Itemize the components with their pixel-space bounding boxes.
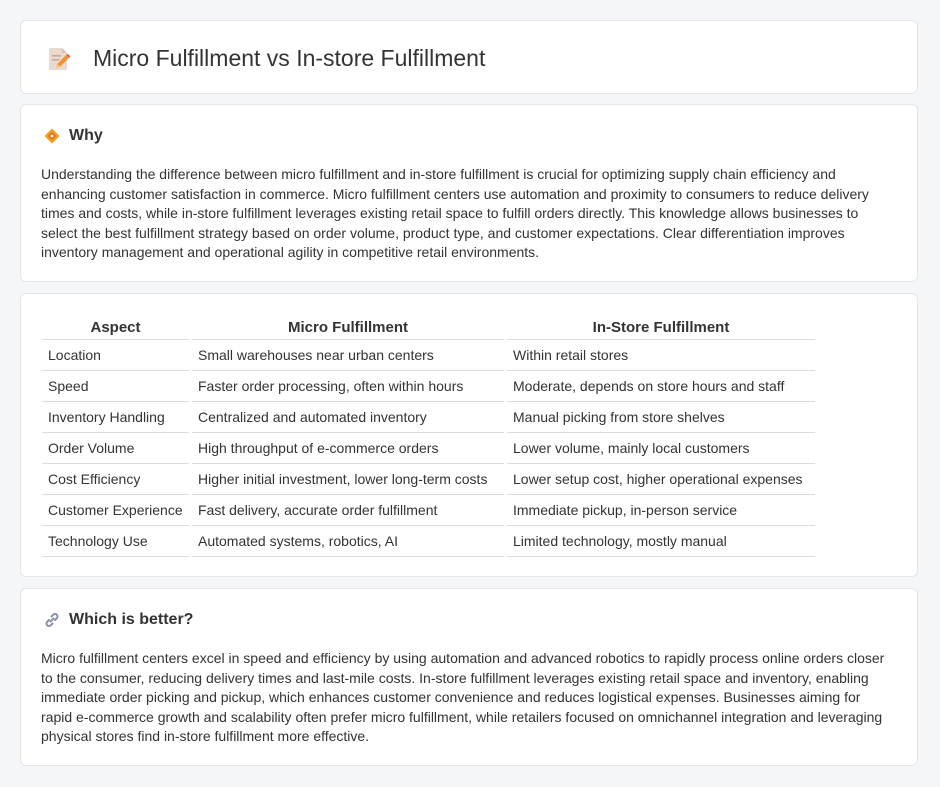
table-cell: Cost Efficiency [42, 463, 191, 495]
table-header-row: Aspect Micro Fulfillment In-Store Fulfil… [42, 314, 815, 340]
table-cell: Location [42, 339, 191, 371]
table-cell: Limited technology, mostly manual [504, 525, 815, 557]
table-row: Order Volume High throughput of e-commer… [42, 432, 815, 464]
which-is-better-section: Which is better? Micro fulfillment cente… [20, 588, 918, 766]
table-cell: Manual picking from store shelves [504, 401, 815, 433]
better-text: Micro fulfillment centers excel in speed… [41, 650, 885, 745]
table-cell: Faster order processing, often within ho… [189, 370, 506, 402]
table-cell: Automated systems, robotics, AI [189, 525, 506, 557]
table-cell: High throughput of e-commerce orders [189, 432, 506, 464]
column-header-instore: In-Store Fulfillment [504, 314, 815, 340]
page-title: Micro Fulfillment vs In-store Fulfillmen… [93, 45, 486, 71]
table-cell: Technology Use [42, 525, 191, 557]
document-pencil-icon [47, 46, 71, 72]
table-row: Cost Efficiency Higher initial investmen… [42, 463, 815, 495]
table-cell: Order Volume [42, 432, 191, 464]
diamond-icon [43, 127, 61, 145]
table-cell: Customer Experience [42, 494, 191, 526]
link-icon [43, 611, 61, 629]
table-row: Technology Use Automated systems, roboti… [42, 525, 815, 557]
table-cell: Small warehouses near urban centers [189, 339, 506, 371]
table-cell: Lower setup cost, higher operational exp… [504, 463, 815, 495]
table-cell: Moderate, depends on store hours and sta… [504, 370, 815, 402]
table-row: Location Small warehouses near urban cen… [42, 339, 815, 371]
column-header-micro: Micro Fulfillment [189, 314, 506, 340]
header-card: Micro Fulfillment vs In-store Fulfillmen… [20, 20, 918, 94]
better-heading: Which is better? [43, 611, 193, 629]
table-cell: Higher initial investment, lower long-te… [189, 463, 506, 495]
why-heading: Why [43, 127, 103, 145]
table-cell: Fast delivery, accurate order fulfillmen… [189, 494, 506, 526]
comparison-section: Aspect Micro Fulfillment In-Store Fulfil… [20, 293, 918, 577]
why-text: Understanding the difference between mic… [41, 166, 869, 261]
why-title: Why [69, 127, 103, 144]
table-cell: Speed [42, 370, 191, 402]
why-section: Why Understanding the difference between… [20, 104, 918, 282]
comparison-table: Aspect Micro Fulfillment In-Store Fulfil… [42, 314, 815, 557]
title-row: Micro Fulfillment vs In-store Fulfillmen… [47, 45, 485, 72]
table-cell: Immediate pickup, in-person service [504, 494, 815, 526]
table-cell: Lower volume, mainly local customers [504, 432, 815, 464]
table-row: Inventory Handling Centralized and autom… [42, 401, 815, 433]
table-cell: Within retail stores [504, 339, 815, 371]
table-cell: Inventory Handling [42, 401, 191, 433]
table-cell: Centralized and automated inventory [189, 401, 506, 433]
column-header-aspect: Aspect [42, 314, 191, 340]
better-title: Which is better? [69, 611, 194, 628]
table-row: Customer Experience Fast delivery, accur… [42, 494, 815, 526]
table-row: Speed Faster order processing, often wit… [42, 370, 815, 402]
